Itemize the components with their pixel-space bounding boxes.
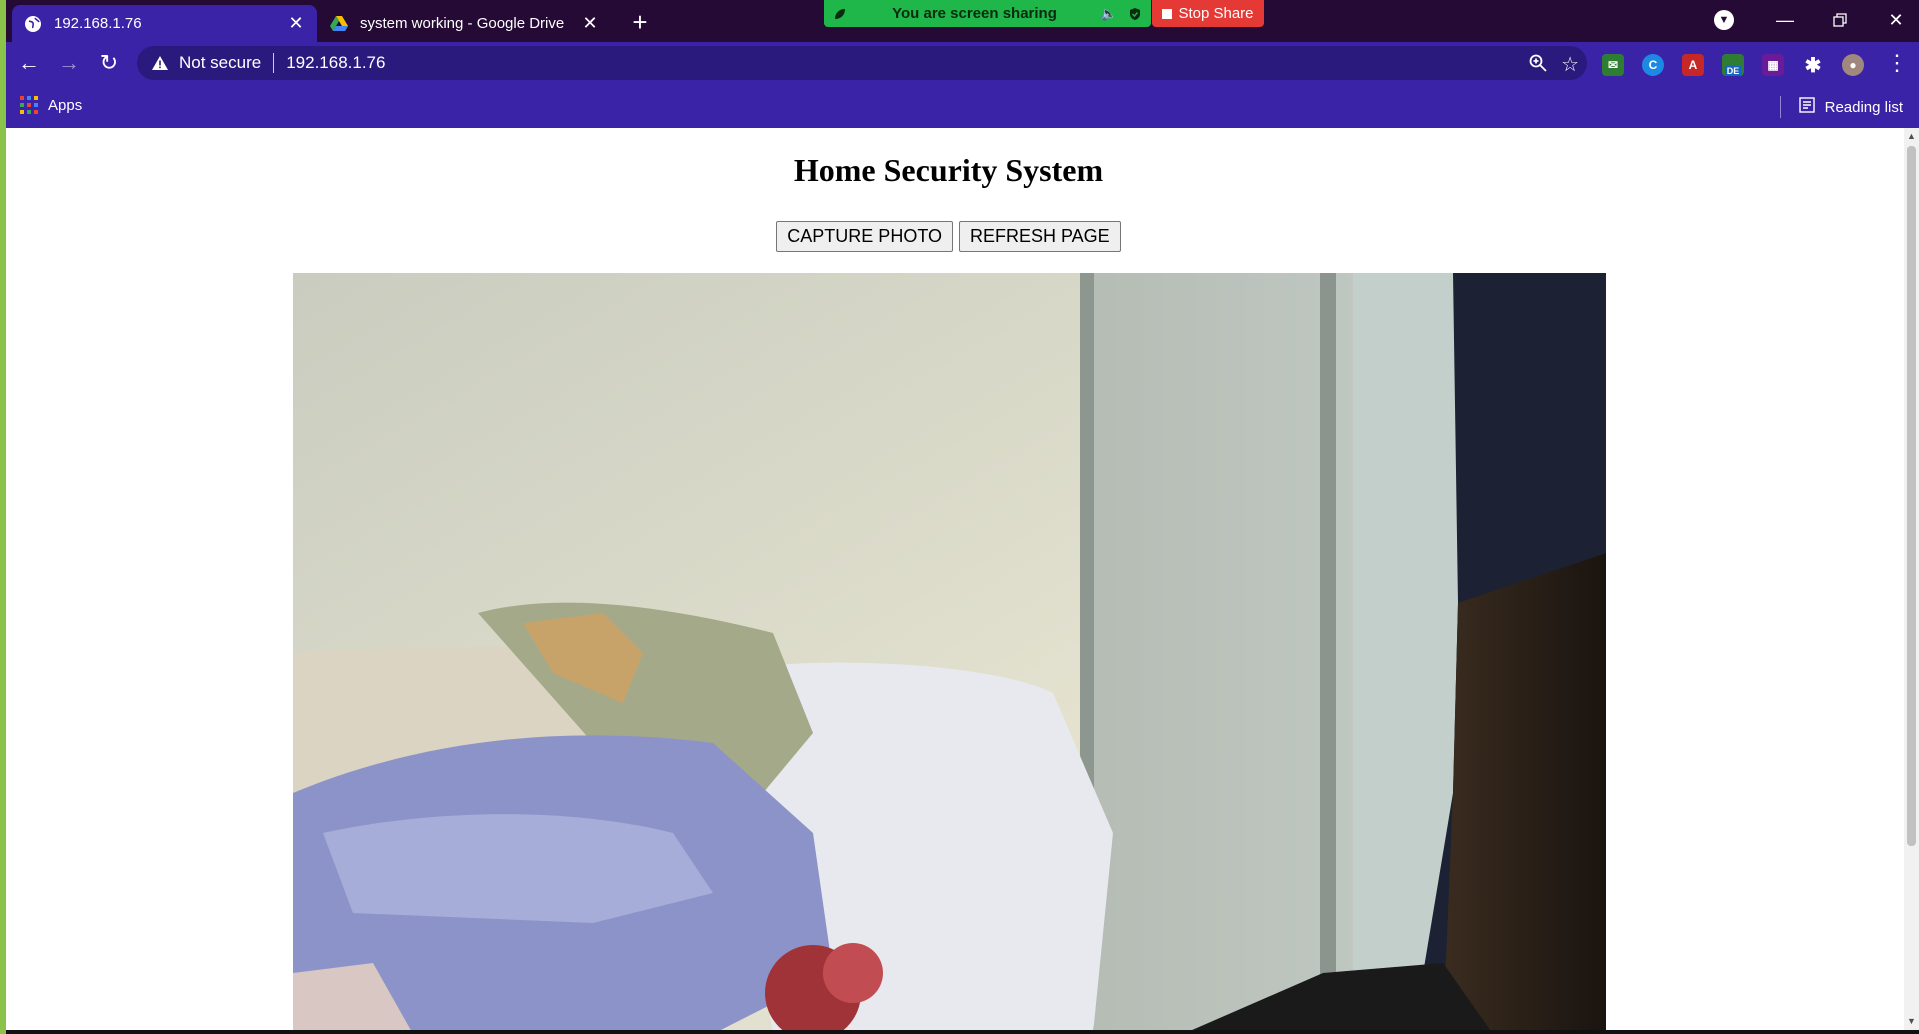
page-scrollbar[interactable]: ▲ ▼ (1904, 128, 1919, 1034)
minimize-icon[interactable]: — (1768, 6, 1802, 34)
restore-icon[interactable] (1823, 6, 1857, 34)
google-drive-icon (330, 15, 348, 33)
forward-icon[interactable]: → (52, 46, 86, 80)
tab-google-drive[interactable]: system working - Google Drive ✕ (318, 5, 611, 42)
camera-stream-image (293, 273, 1606, 1034)
browser-window: 192.168.1.76 ✕ system working - Google D… (6, 0, 1919, 1034)
de-badge: DE (1724, 66, 1742, 76)
puzzle-icon[interactable]: ✱ (1802, 54, 1824, 77)
browser-toolbar: ← → ↻ Not secure 192.168.1.76 ☆ ✉ C A DE… (6, 42, 1919, 84)
tab-search-icon[interactable]: ▼ (1714, 10, 1734, 30)
menu-dots-icon[interactable]: ⋮ (1880, 46, 1914, 80)
screen-share-text: You are screen sharing (892, 5, 1057, 22)
scroll-up-icon[interactable]: ▲ (1907, 131, 1916, 141)
stop-share-label: Stop Share (1178, 5, 1254, 22)
leaf-icon (832, 6, 848, 22)
tab-strip: 192.168.1.76 ✕ system working - Google D… (6, 0, 1919, 42)
mail-extension-icon[interactable]: ✉ (1602, 54, 1624, 76)
reading-list-label: Reading list (1824, 98, 1903, 116)
tab-title: 192.168.1.76 (54, 15, 142, 32)
page-content: Home Security System CAPTURE PHOTO REFRE… (6, 128, 1919, 1034)
profile-avatar[interactable]: ● (1842, 54, 1864, 76)
pattern-extension-icon[interactable]: ▦ (1762, 54, 1784, 76)
screen-share-bar: You are screen sharing 🔈 (824, 0, 1151, 27)
tab-security-system[interactable]: 192.168.1.76 ✕ (12, 5, 317, 42)
taskbar-edge (6, 1030, 1919, 1034)
back-icon[interactable]: ← (12, 46, 46, 80)
scroll-down-icon[interactable]: ▼ (1907, 1016, 1916, 1026)
tab-title: system working - Google Drive (360, 15, 565, 32)
reading-list-icon (1798, 97, 1815, 117)
bookmark-star-icon[interactable]: ☆ (1561, 52, 1579, 77)
reading-list-button[interactable]: Reading list (1779, 96, 1903, 118)
de-extension-icon[interactable]: DE (1722, 54, 1744, 76)
bookmark-divider (1779, 96, 1781, 118)
globe-icon (24, 15, 42, 33)
action-buttons: CAPTURE PHOTO REFRESH PAGE (6, 221, 1891, 252)
stop-share-button[interactable]: Stop Share (1152, 0, 1264, 27)
speaker-icon[interactable]: 🔈 (1101, 6, 1117, 22)
close-tab-icon[interactable]: ✕ (581, 13, 599, 33)
security-label: Not secure (179, 53, 262, 72)
apps-shortcut[interactable]: Apps (20, 96, 82, 114)
apps-label: Apps (48, 96, 83, 114)
stop-icon (1162, 8, 1173, 19)
scroll-thumb[interactable] (1907, 146, 1916, 846)
c-extension-icon[interactable]: C (1642, 54, 1664, 76)
apps-grid-icon (20, 96, 38, 114)
page-title: Home Security System (793, 152, 1104, 188)
new-tab-button[interactable]: + (626, 7, 654, 37)
refresh-page-button[interactable]: REFRESH PAGE (958, 221, 1121, 252)
address-divider (273, 53, 275, 73)
warning-icon[interactable] (151, 56, 169, 70)
close-tab-icon[interactable]: ✕ (287, 13, 305, 33)
pdf-extension-icon[interactable]: A (1682, 54, 1704, 76)
url-text[interactable]: 192.168.1.76 (286, 53, 385, 73)
bookmarks-bar: Apps Reading list (6, 84, 1919, 128)
capture-photo-button[interactable]: CAPTURE PHOTO (776, 221, 953, 252)
zoom-icon[interactable] (1529, 54, 1547, 77)
shield-icon (1127, 6, 1143, 22)
address-bar[interactable]: Not secure 192.168.1.76 ☆ (137, 46, 1587, 80)
reload-icon[interactable]: ↻ (92, 46, 126, 80)
close-window-icon[interactable]: ✕ (1879, 6, 1913, 34)
